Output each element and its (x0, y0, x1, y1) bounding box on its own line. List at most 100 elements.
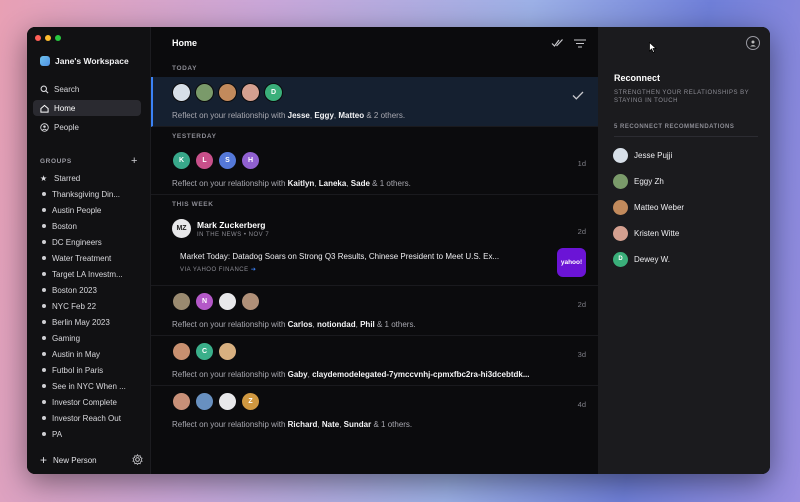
sidebar-group-item[interactable]: Austin in May (40, 346, 148, 362)
avatar[interactable]: C (195, 342, 214, 361)
avatar[interactable] (172, 292, 191, 311)
group-label: Investor Complete (52, 397, 117, 407)
sidebar-group-item[interactable]: See in NYC When ... (40, 378, 148, 394)
maximize-window-button[interactable] (55, 35, 61, 41)
news-source-link[interactable]: VIA YAHOO FINANCE ➔ (180, 266, 542, 273)
sidebar-group-item[interactable]: Berlin May 2023 (40, 314, 148, 330)
profile-avatar[interactable] (746, 36, 760, 50)
person-name[interactable]: claydemodelegated-7ymccvnhj-cpmxfbc2ra-h… (312, 370, 529, 379)
add-group-button[interactable]: + (131, 155, 138, 167)
sidebar-group-item[interactable]: DC Engineers (40, 234, 148, 250)
avatar[interactable]: L (195, 151, 214, 170)
new-person-button[interactable]: + New Person (40, 453, 97, 467)
avatar[interactable] (218, 292, 237, 311)
avatar[interactable] (195, 392, 214, 411)
recommendation-item[interactable]: Kristen Witte (613, 220, 763, 246)
double-check-icon[interactable] (551, 38, 564, 48)
avatar[interactable]: N (195, 292, 214, 311)
avatar[interactable] (172, 392, 191, 411)
avatar[interactable] (218, 342, 237, 361)
avatar[interactable] (218, 83, 237, 102)
sidebar-group-item[interactable]: Boston 2023 (40, 282, 148, 298)
bullet-icon (42, 336, 46, 340)
sidebar-group-item[interactable]: Target LA Investm... (40, 266, 148, 282)
person-name[interactable]: Phil (360, 320, 375, 329)
sidebar-group-item[interactable]: PA (40, 426, 148, 442)
feed-time: 3d (577, 350, 586, 359)
person-name[interactable]: Gaby (288, 370, 308, 379)
sidebar: Jane's Workspace Search Home People GROU… (27, 27, 151, 474)
bullet-icon (42, 224, 46, 228)
sidebar-group-item[interactable]: Boston (40, 218, 148, 234)
feed-item[interactable]: KLSH Reflect on your relationship with K… (151, 145, 598, 195)
person-name[interactable]: Richard (288, 420, 318, 429)
sidebar-group-item[interactable]: Austin People (40, 202, 148, 218)
person-name[interactable]: Eggy (314, 111, 334, 120)
group-label: Thanksgiving Din... (52, 189, 121, 199)
sidebar-group-item[interactable]: Futbol in Paris (40, 362, 148, 378)
close-window-button[interactable] (35, 35, 41, 41)
avatar[interactable] (241, 292, 260, 311)
person-name[interactable]: Matteo (338, 111, 364, 120)
workspace-switcher[interactable]: Jane's Workspace (40, 56, 129, 66)
sidebar-group-item[interactable]: NYC Feb 22 (40, 298, 148, 314)
settings-icon[interactable] (132, 453, 143, 467)
bullet-icon (42, 304, 46, 308)
sidebar-group-item[interactable]: Water Treatment (40, 250, 148, 266)
person-name[interactable]: Sade (351, 179, 370, 188)
avatar[interactable] (195, 83, 214, 102)
person-name[interactable]: Laneka (319, 179, 347, 188)
sidebar-group-item[interactable]: Investor Complete (40, 394, 148, 410)
bullet-icon (42, 192, 46, 196)
nav-item-home[interactable]: Home (33, 100, 141, 116)
feed-time: 1d (577, 159, 586, 168)
feed-item[interactable]: Z Reflect on your relationship with Rich… (151, 386, 598, 435)
sidebar-group-item[interactable]: Gaming (40, 330, 148, 346)
filter-icon[interactable] (574, 38, 586, 48)
feed-item[interactable]: N Reflect on your relationship with Carl… (151, 286, 598, 336)
avatar[interactable] (241, 83, 260, 102)
panel-title: Reconnect (614, 73, 661, 83)
avatar[interactable] (218, 392, 237, 411)
avatar[interactable] (172, 83, 191, 102)
person-name[interactable]: Jesse (288, 111, 310, 120)
recommendation-item[interactable]: Matteo Weber (613, 194, 763, 220)
reconnect-panel: Reconnect STRENGTHEN YOUR RELATIONSHIPS … (598, 27, 770, 474)
minimize-window-button[interactable] (45, 35, 51, 41)
bullet-icon (42, 256, 46, 260)
sidebar-group-item[interactable]: Investor Reach Out (40, 410, 148, 426)
bullet-icon (42, 320, 46, 324)
sidebar-group-item[interactable]: ★ Starred (40, 170, 148, 186)
person-name[interactable]: notiondad (317, 320, 356, 329)
panel-subtitle: STRENGTHEN YOUR RELATIONSHIPS BY STAYING… (614, 90, 750, 104)
avatar[interactable]: H (241, 151, 260, 170)
sidebar-group-item[interactable]: Thanksgiving Din... (40, 186, 148, 202)
news-card[interactable]: Market Today: Datadog Soars on Strong Q3… (172, 248, 586, 277)
nav-item-search[interactable]: Search (33, 81, 141, 97)
person-name[interactable]: Sundar (344, 420, 372, 429)
news-person-name: Mark Zuckerberg (197, 219, 266, 230)
avatar[interactable]: K (172, 151, 191, 170)
avatar[interactable]: S (218, 151, 237, 170)
news-item[interactable]: MZ Mark Zuckerberg IN THE NEWS • NOV 7 2… (151, 213, 598, 286)
nav-item-people[interactable]: People (33, 119, 141, 135)
feed-suffix: & 2 others. (366, 111, 406, 120)
group-label: Starred (54, 173, 81, 183)
person-name[interactable]: Nate (322, 420, 339, 429)
feed-item[interactable]: D Reflect on your relationship with Jess… (151, 77, 598, 127)
feed-time: 2d (577, 300, 586, 309)
news-headline: Market Today: Datadog Soars on Strong Q3… (180, 252, 500, 261)
avatar[interactable]: D (264, 83, 283, 102)
feed-item[interactable]: C Reflect on your relationship with Gaby… (151, 336, 598, 386)
check-icon[interactable] (572, 87, 584, 105)
recommendation-item[interactable]: Eggy Zh (613, 168, 763, 194)
recommendation-item[interactable]: Jesse Pujji (613, 142, 763, 168)
avatar[interactable] (172, 342, 191, 361)
group-label: NYC Feb 22 (52, 301, 97, 311)
workspace-logo (40, 56, 50, 66)
person-name[interactable]: Kaitlyn (288, 179, 315, 188)
recommendation-item[interactable]: D Dewey W. (613, 246, 763, 272)
person-name[interactable]: Carlos (288, 320, 313, 329)
feed-suffix: & 1 others. (373, 420, 413, 429)
avatar[interactable]: Z (241, 392, 260, 411)
